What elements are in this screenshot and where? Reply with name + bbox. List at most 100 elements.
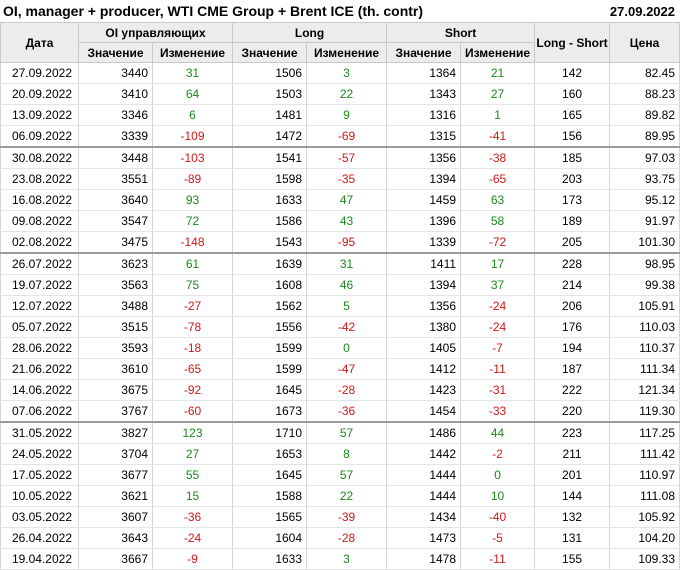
long-value: 1556	[232, 316, 308, 338]
long-short-value: 185	[534, 146, 611, 169]
table-row: 30.08.2022 3448 -103 1541 -57 1356 -38 185 97.03	[0, 146, 680, 169]
oi-change: -109	[151, 125, 234, 148]
table-row: 09.08.2022 3547 72 1586 43 1396 58 189 91.97	[0, 210, 680, 232]
row-date: 02.08.2022	[0, 231, 79, 254]
short-change: 10	[460, 485, 536, 507]
report-title: OI, manager + producer, WTI CME Group + …	[3, 3, 424, 19]
long-short-value: 223	[534, 421, 611, 444]
long-short-value: 131	[534, 527, 611, 549]
report-header: OI, manager + producer, WTI CME Group + …	[0, 0, 680, 22]
col-oi-value: Значение	[78, 42, 153, 63]
col-price: Цена	[609, 22, 680, 63]
table-row: 28.06.2022 3593 -18 1599 0 1405 -7 194 110.37	[0, 337, 680, 359]
price-value: 91.97	[609, 210, 680, 232]
price-value: 110.03	[609, 316, 680, 338]
long-short-value: 173	[534, 189, 611, 211]
price-value: 119.30	[609, 400, 680, 423]
table-row: 07.06.2022 3767 -60 1673 -36 1454 -33 220 119.30	[0, 400, 680, 423]
short-change: 58	[460, 210, 536, 232]
short-value: 1396	[386, 210, 462, 232]
oi-value: 3640	[78, 189, 153, 211]
table-row: 03.05.2022 3607 -36 1565 -39 1434 -40 132 105.92	[0, 506, 680, 528]
long-value: 1506	[232, 62, 308, 84]
oi-value: 3643	[78, 527, 153, 549]
long-short-value: 144	[534, 485, 611, 507]
long-value: 1599	[232, 337, 308, 359]
table-row: 12.07.2022 3488 -27 1562 5 1356 -24 206 105.91	[0, 295, 680, 317]
short-value: 1394	[386, 274, 462, 296]
long-change: 43	[306, 210, 388, 232]
price-value: 109.33	[609, 548, 680, 570]
oi-value: 3547	[78, 210, 153, 232]
oi-value: 3667	[78, 548, 153, 570]
table-row: 02.08.2022 3475 -148 1543 -95 1339 -72 205 101.3…	[0, 231, 680, 254]
row-date: 23.08.2022	[0, 168, 79, 190]
oi-value: 3623	[78, 252, 153, 275]
long-short-value: 194	[534, 337, 611, 359]
price-value: 95.12	[609, 189, 680, 211]
short-change: -31	[460, 379, 536, 401]
short-change: 0	[460, 464, 536, 486]
row-date: 17.05.2022	[0, 464, 79, 486]
oi-value: 3339	[78, 125, 153, 148]
long-value: 1639	[232, 252, 308, 275]
long-value: 1541	[232, 146, 308, 169]
oi-change: -92	[151, 379, 234, 401]
table-row: 23.08.2022 3551 -89 1598 -35 1394 -65 203 93.75	[0, 168, 680, 190]
short-value: 1486	[386, 421, 462, 444]
long-change: 0	[306, 337, 388, 359]
oi-value: 3551	[78, 168, 153, 190]
col-long-change: Изменение	[306, 42, 388, 63]
short-change: 27	[460, 83, 536, 105]
long-change: 47	[306, 189, 388, 211]
row-date: 14.06.2022	[0, 379, 79, 401]
long-short-value: 222	[534, 379, 611, 401]
price-value: 111.08	[609, 485, 680, 507]
long-change: 57	[306, 421, 388, 444]
oi-change: 61	[151, 252, 234, 275]
short-change: -72	[460, 231, 536, 254]
short-change: -7	[460, 337, 536, 359]
short-change: 17	[460, 252, 536, 275]
long-value: 1598	[232, 168, 308, 190]
oi-change: -89	[151, 168, 234, 190]
long-short-value: 187	[534, 358, 611, 380]
long-value: 1481	[232, 104, 308, 126]
table-row: 19.07.2022 3563 75 1608 46 1394 37 214 99.38	[0, 274, 680, 296]
long-value: 1472	[232, 125, 308, 148]
oi-change: 72	[151, 210, 234, 232]
table-row: 06.09.2022 3339 -109 1472 -69 1315 -41 156 89.95	[0, 125, 680, 148]
long-short-value: 189	[534, 210, 611, 232]
row-date: 28.06.2022	[0, 337, 79, 359]
price-value: 88.23	[609, 83, 680, 105]
short-change: 44	[460, 421, 536, 444]
long-value: 1653	[232, 443, 308, 465]
short-value: 1411	[386, 252, 462, 275]
row-date: 13.09.2022	[0, 104, 79, 126]
long-short-value: 165	[534, 104, 611, 126]
long-short-value: 211	[534, 443, 611, 465]
long-change: -95	[306, 231, 388, 254]
short-value: 1356	[386, 146, 462, 169]
oi-value: 3410	[78, 83, 153, 105]
long-change: -39	[306, 506, 388, 528]
long-change: 22	[306, 485, 388, 507]
short-change: -38	[460, 146, 536, 169]
oi-change: -78	[151, 316, 234, 338]
price-value: 110.97	[609, 464, 680, 486]
table-row: 17.05.2022 3677 55 1645 57 1444 0 201 110.97	[0, 464, 680, 486]
col-short-value: Значение	[386, 42, 462, 63]
long-change: 8	[306, 443, 388, 465]
short-value: 1454	[386, 400, 462, 423]
row-date: 05.07.2022	[0, 316, 79, 338]
oi-change: -24	[151, 527, 234, 549]
table-row: 10.05.2022 3621 15 1588 22 1444 10 144 111.08	[0, 485, 680, 507]
long-value: 1645	[232, 379, 308, 401]
oi-value: 3346	[78, 104, 153, 126]
oi-change: -9	[151, 548, 234, 570]
short-change: -40	[460, 506, 536, 528]
oi-value: 3827	[78, 421, 153, 444]
long-short-value: 160	[534, 83, 611, 105]
long-short-value: 132	[534, 506, 611, 528]
short-value: 1316	[386, 104, 462, 126]
